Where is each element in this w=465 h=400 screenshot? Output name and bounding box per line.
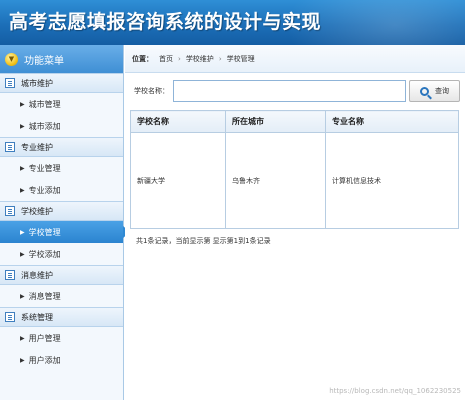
- menu-title: 功能菜单: [24, 55, 64, 67]
- sidebar-item-label: 城市管理: [28, 99, 61, 109]
- menu-header[interactable]: ▼ 功能菜单: [0, 45, 123, 73]
- sidebar-item-label: 消息管理: [28, 291, 61, 301]
- sidebar-item-major-add[interactable]: ▶ 专业添加: [0, 179, 123, 201]
- triangle-right-icon: ▶: [20, 122, 25, 130]
- breadcrumb-school-maintenance[interactable]: 学校维护: [186, 54, 214, 64]
- school-name-input[interactable]: [173, 80, 406, 102]
- list-icon: [5, 142, 15, 152]
- list-icon: [5, 78, 15, 88]
- sidebar-item-city-manage[interactable]: ▶ 城市管理: [0, 93, 123, 115]
- sidebar-item-label: 学校添加: [28, 249, 61, 259]
- list-icon: [5, 206, 15, 216]
- breadcrumb-school-manage: 学校管理: [226, 54, 255, 63]
- watermark: https://blog.csdn.net/qq_1062230525: [329, 387, 461, 395]
- triangle-right-icon: ▶: [20, 334, 25, 342]
- search-button[interactable]: 查询: [409, 80, 460, 102]
- app-title: 高考志愿填报咨询系统的设计与实现: [9, 11, 322, 33]
- list-icon: [5, 312, 15, 322]
- sidebar-item-major-manage[interactable]: ▶ 专业管理: [0, 157, 123, 179]
- triangle-right-icon: ▶: [20, 292, 25, 300]
- search-row: 学校名称：: [134, 80, 406, 102]
- list-icon: [5, 270, 15, 280]
- triangle-right-icon: ▶: [20, 186, 25, 194]
- group-label: 系统管理: [21, 312, 53, 322]
- pagination-info: 共1条记录，当前显示第 显示第1到1条记录: [136, 237, 271, 245]
- triangle-right-icon: ▶: [20, 250, 25, 258]
- app-header: 高考志愿填报咨询系统的设计与实现: [0, 0, 465, 45]
- table-cell: 计算机信息技术: [325, 132, 459, 229]
- column-header: 所在城市: [225, 110, 326, 133]
- triangle-right-icon: ▶: [20, 228, 25, 236]
- sidebar-item-user-add[interactable]: ▶ 用户添加: [0, 349, 123, 371]
- breadcrumb-separator: ›: [178, 54, 181, 63]
- group-label: 学校维护: [21, 206, 53, 216]
- table-cell: 乌鲁木齐: [225, 132, 326, 229]
- group-label: 消息维护: [21, 270, 53, 280]
- collapse-icon: ▼: [5, 52, 18, 66]
- sidebar-item-label: 用户管理: [28, 333, 61, 343]
- search-label: 学校名称：: [134, 87, 169, 95]
- sidebar-group-major[interactable]: 专业维护: [0, 137, 123, 157]
- group-label: 城市维护: [21, 78, 53, 88]
- sidebar-item-label: 专业管理: [28, 163, 61, 173]
- sidebar-group-system[interactable]: 系统管理: [0, 307, 123, 327]
- table-row[interactable]: 新疆大学 乌鲁木齐 计算机信息技术: [130, 132, 459, 229]
- group-label: 专业维护: [21, 142, 53, 152]
- sidebar-item-label: 学校管理: [28, 227, 61, 237]
- triangle-right-icon: ▶: [20, 356, 25, 364]
- table-header-row: 学校名称 所在城市 专业名称: [130, 110, 459, 133]
- sidebar-item-school-manage[interactable]: ▶ 学校管理: [0, 221, 130, 243]
- school-table: 学校名称 所在城市 专业名称 新疆大学 乌鲁木齐 计算机信息技术: [130, 110, 459, 229]
- breadcrumb-label: 位置：: [132, 54, 153, 63]
- sidebar-item-user-manage[interactable]: ▶ 用户管理: [0, 327, 123, 349]
- sidebar-item-label: 专业添加: [28, 185, 61, 195]
- sidebar-item-message-manage[interactable]: ▶ 消息管理: [0, 285, 123, 307]
- triangle-right-icon: ▶: [20, 164, 25, 172]
- sidebar-item-label: 用户添加: [28, 355, 61, 365]
- breadcrumb-home[interactable]: 首页: [159, 54, 173, 64]
- sidebar-group-school[interactable]: 学校维护: [0, 201, 123, 221]
- table-cell: 新疆大学: [130, 132, 226, 229]
- sidebar: ▼ 功能菜单 城市维护 ▶ 城市管理 ▶ 城市添加 专业维护 ▶ 专业管理 ▶ …: [0, 45, 130, 400]
- breadcrumb: 位置： 首页 › 学校维护 › 学校管理: [125, 45, 465, 73]
- sidebar-item-city-add[interactable]: ▶ 城市添加: [0, 115, 123, 137]
- column-header: 学校名称: [130, 110, 226, 133]
- sidebar-item-school-add[interactable]: ▶ 学校添加: [0, 243, 123, 265]
- search-icon: [420, 86, 429, 96]
- column-header: 专业名称: [325, 110, 459, 133]
- sidebar-group-city[interactable]: 城市维护: [0, 73, 123, 93]
- search-button-label: 查询: [435, 87, 449, 95]
- sidebar-item-label: 城市添加: [28, 121, 61, 131]
- triangle-right-icon: ▶: [20, 100, 25, 108]
- breadcrumb-separator: ›: [218, 54, 222, 63]
- sidebar-group-message[interactable]: 消息维护: [0, 265, 123, 285]
